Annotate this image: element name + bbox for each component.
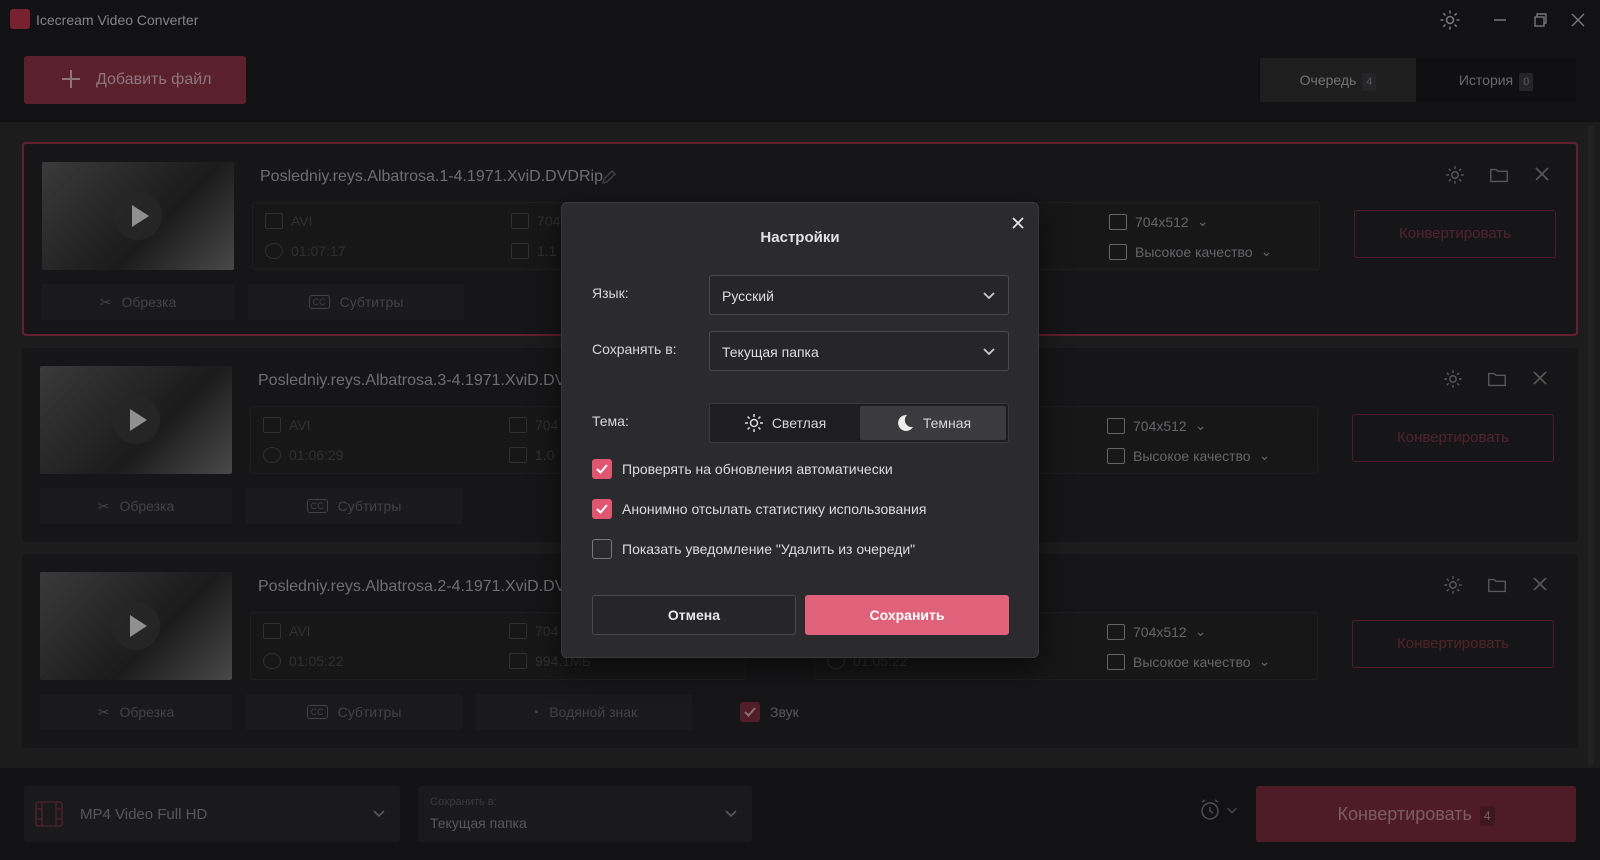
sun-icon (744, 414, 763, 432)
check-icon (596, 504, 608, 514)
settings-dialog: Настройки Язык: Русский Сохранять в: Тек… (561, 202, 1039, 658)
send-stats-option[interactable]: Анонимно отсылать статистику использован… (592, 499, 926, 519)
check-updates-option[interactable]: Проверять на обновления автоматически (592, 459, 893, 479)
theme-switch: Светлая Темная (709, 403, 1009, 443)
theme-dark-option[interactable]: Темная (860, 406, 1006, 440)
show-notice-option[interactable]: Показать уведомление "Удалить из очереди… (592, 539, 915, 559)
language-label: Язык: (592, 285, 629, 301)
send-stats-checkbox[interactable] (592, 499, 612, 519)
language-select[interactable]: Русский (709, 275, 1009, 315)
save-button[interactable]: Сохранить (805, 595, 1009, 635)
check-icon (596, 464, 608, 474)
check-updates-checkbox[interactable] (592, 459, 612, 479)
theme-light-option[interactable]: Светлая (712, 406, 858, 440)
chevron-down-icon (983, 292, 995, 300)
close-icon[interactable] (1008, 213, 1028, 233)
moon-icon (897, 414, 913, 431)
cancel-button[interactable]: Отмена (592, 595, 796, 635)
chevron-down-icon (983, 348, 995, 356)
show-notice-checkbox[interactable] (592, 539, 612, 559)
dialog-title: Настройки (760, 229, 840, 246)
theme-label: Тема: (592, 413, 629, 429)
save-location-label: Сохранять в: (592, 341, 677, 357)
save-location-dialog-select[interactable]: Текущая папка (709, 331, 1009, 371)
